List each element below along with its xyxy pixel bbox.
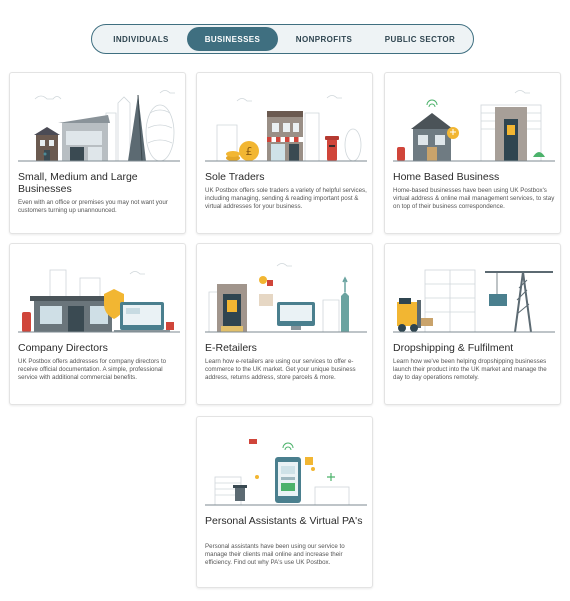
card-description: UK Postbox offers addresses for company … bbox=[18, 358, 167, 382]
tab-individuals[interactable]: INDIVIDUALS bbox=[95, 27, 187, 51]
shopfront-illustration: £ bbox=[205, 95, 367, 162]
city-skyline-illustration bbox=[18, 90, 180, 162]
card-title: Home Based Business bbox=[393, 171, 500, 183]
home-office-illustration bbox=[393, 90, 555, 162]
office-building-illustration bbox=[18, 269, 180, 333]
card-home-based-business[interactable]: Home Based Business Home-based businesse… bbox=[384, 72, 561, 234]
tab-businesses[interactable]: BUSINESSES bbox=[187, 27, 278, 51]
card-company-directors[interactable]: Company Directors UK Postbox offers addr… bbox=[9, 243, 186, 405]
tab-public-sector[interactable]: PUBLIC SECTOR bbox=[370, 27, 470, 51]
card-title: Small, Medium and Large Businesses bbox=[18, 171, 138, 195]
card-title: Company Directors bbox=[18, 342, 108, 354]
card-dropshipping-fulfilment[interactable]: Dropshipping & Fulfilment Learn how we'v… bbox=[384, 243, 561, 405]
card-description: Home-based businesses have been using UK… bbox=[393, 187, 555, 211]
card-sole-traders[interactable]: £ Sole Traders UK Postbox offers sole tr… bbox=[196, 72, 373, 234]
svg-text:£: £ bbox=[246, 145, 253, 158]
card-title: Sole Traders bbox=[205, 171, 265, 183]
card-small-medium-large-businesses[interactable]: Small, Medium and Large Businesses Even … bbox=[9, 72, 186, 234]
card-description: UK Postbox offers sole traders a variety… bbox=[205, 187, 367, 211]
card-title: Dropshipping & Fulfilment bbox=[393, 342, 514, 354]
card-e-retailers[interactable]: E-Retailers Learn how e-retailers are us… bbox=[196, 243, 373, 405]
e-commerce-illustration bbox=[205, 263, 367, 333]
card-description: Learn how we've been helping dropshippin… bbox=[393, 358, 547, 382]
mobile-app-illustration bbox=[205, 439, 367, 506]
audience-tab-bar: INDIVIDUALS BUSINESSES NONPROFITS PUBLIC… bbox=[91, 24, 474, 54]
card-description: Learn how e-retailers are using our serv… bbox=[205, 358, 356, 382]
card-personal-assistants[interactable]: Personal Assistants & Virtual PA's Perso… bbox=[196, 416, 373, 588]
card-description: Even with an office or premises you may … bbox=[18, 199, 168, 215]
warehouse-illustration bbox=[393, 269, 555, 333]
card-title: Personal Assistants & Virtual PA's bbox=[205, 515, 363, 527]
tab-nonprofits[interactable]: NONPROFITS bbox=[278, 27, 370, 51]
card-title: E-Retailers bbox=[205, 342, 257, 354]
card-description: Personal assistants have been using our … bbox=[205, 543, 345, 567]
